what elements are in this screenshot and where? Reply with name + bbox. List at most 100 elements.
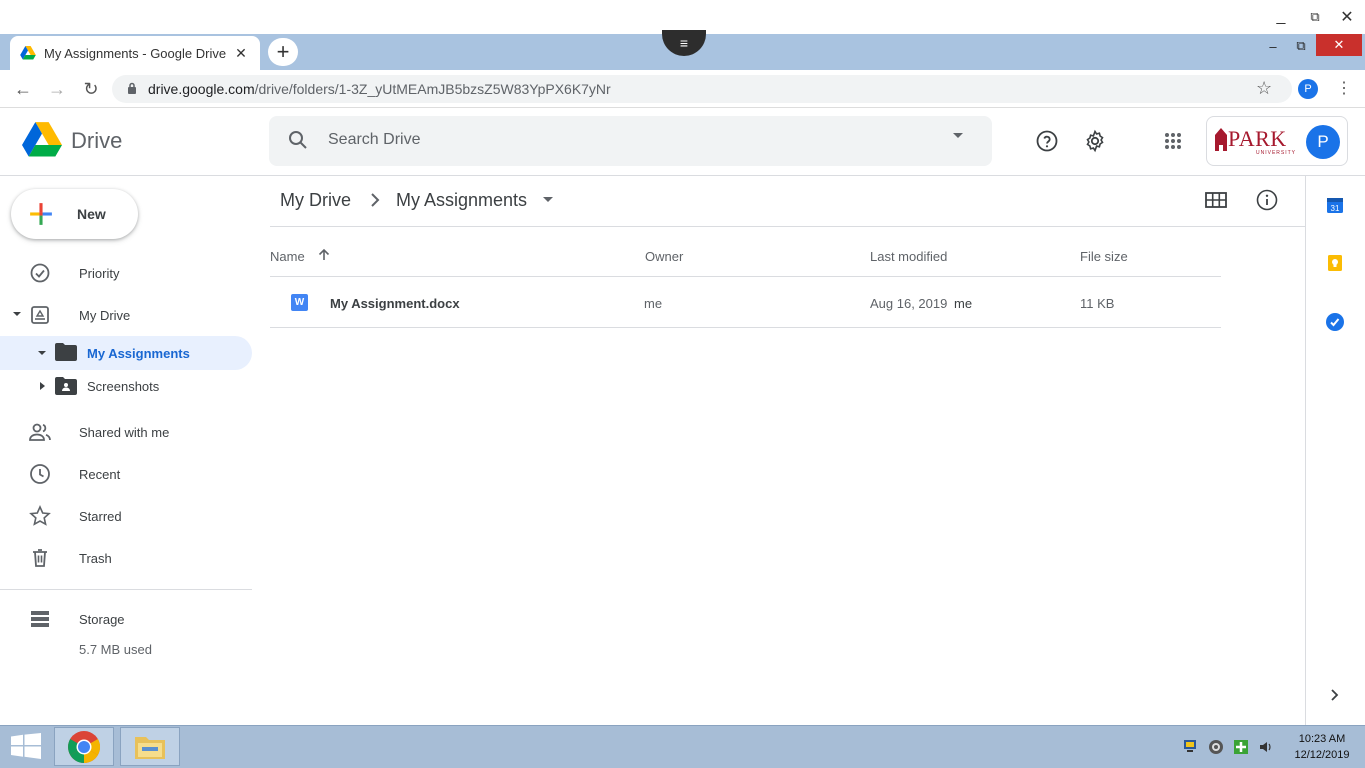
sidebar-item-label: Recent (79, 466, 121, 482)
sidebar-item-storage[interactable]: Storage (0, 602, 252, 636)
storage-icon (28, 607, 52, 631)
file-name[interactable]: My Assignment.docx (330, 296, 460, 311)
new-button[interactable]: New (11, 189, 138, 239)
file-owner: me (644, 296, 663, 311)
search-icon[interactable] (288, 130, 308, 150)
sidebar-item-starred[interactable]: Starred (0, 499, 252, 533)
expand-arrow-icon[interactable] (37, 348, 47, 358)
people-icon (28, 420, 52, 444)
sidebar-item-label: Starred (79, 508, 122, 524)
browser-tab[interactable]: My Assignments - Google Drive ✕ (10, 36, 260, 70)
tray-volume-icon[interactable] (1258, 739, 1274, 755)
column-header-name[interactable]: Name (270, 249, 305, 264)
keep-icon[interactable] (1325, 253, 1345, 273)
sidebar-item-shared-with-me[interactable]: Shared with me (0, 415, 252, 449)
sidebar-item-label: Storage (79, 611, 125, 627)
column-header-owner[interactable]: Owner (645, 249, 683, 264)
window-maximize-button[interactable]: ⧉ (1304, 6, 1326, 28)
sidebar-item-screenshots[interactable]: Screenshots (0, 369, 252, 403)
side-panel-divider (1305, 176, 1306, 725)
chevron-right-icon (368, 192, 382, 208)
priority-check-icon (28, 261, 52, 285)
breadcrumb-my-drive[interactable]: My Drive (280, 190, 351, 211)
new-button-label: New (77, 206, 106, 222)
more-options-icon[interactable]: ⋮ (1336, 78, 1352, 98)
plus-icon (27, 200, 55, 228)
clock-icon (28, 462, 52, 486)
clock-time: 10:23 AM (1298, 733, 1346, 745)
new-tab-button[interactable]: + (268, 38, 298, 66)
close-label: ✕ (1340, 9, 1354, 26)
sidebar-item-trash[interactable]: Trash (0, 541, 252, 575)
sidebar-divider (0, 589, 252, 590)
search-options-caret-icon[interactable] (952, 132, 964, 140)
park-logo-subtext: UNIVERSITY (1256, 150, 1297, 156)
trash-icon (28, 546, 52, 570)
chrome-close-button[interactable]: ✕ (1316, 34, 1362, 56)
sidebar-item-my-drive[interactable]: My Drive (0, 298, 252, 332)
url-host: drive.google.com (148, 81, 255, 97)
url-text[interactable]: drive.google.com/drive/folders/1-3Z_yUtM… (148, 81, 611, 97)
chrome-taskbar-button[interactable] (54, 727, 114, 766)
expand-arrow-icon[interactable] (12, 309, 22, 319)
account-avatar[interactable]: P (1306, 125, 1340, 159)
sidebar-item-label: My Drive (79, 307, 131, 323)
file-modified-date: Aug 16, 2019 (870, 296, 948, 311)
sidebar-item-label: Priority (79, 265, 120, 281)
taskbar (0, 725, 1365, 768)
chrome-icon (68, 730, 101, 763)
reload-icon[interactable]: ↻ (80, 78, 102, 100)
maximize-label: ⧉ (1310, 9, 1320, 24)
tray-clock[interactable]: 10:23 AM 12/12/2019 (1290, 731, 1354, 763)
sidebar-item-my-assignments[interactable]: My Assignments (0, 336, 252, 370)
column-header-file-size[interactable]: File size (1080, 249, 1128, 264)
sort-ascending-arrow-icon[interactable] (317, 248, 331, 262)
calendar-day: 31 (1331, 204, 1340, 213)
tasks-icon[interactable] (1325, 312, 1345, 332)
back-arrow-icon[interactable]: ← (12, 78, 34, 100)
my-drive-icon (28, 303, 52, 327)
tray-security-icon[interactable] (1233, 739, 1249, 755)
apps-grid-icon[interactable] (1160, 128, 1186, 154)
drive-favicon-icon (20, 46, 36, 60)
sidebar-item-label: Shared with me (79, 424, 170, 440)
sidebar-item-priority[interactable]: Priority (0, 256, 252, 290)
folder-explorer-icon (135, 736, 165, 759)
column-header-last-modified[interactable]: Last modified (870, 249, 947, 264)
sidebar-item-recent[interactable]: Recent (0, 457, 252, 491)
bookmark-star-icon[interactable]: ☆ (1256, 78, 1272, 99)
settings-gear-icon[interactable] (1082, 128, 1108, 154)
windows-start-icon[interactable] (11, 733, 41, 759)
search-input[interactable] (318, 120, 918, 160)
lock-icon (127, 82, 137, 94)
info-icon[interactable] (1256, 189, 1278, 211)
chrome-minimize-button[interactable]: – (1264, 36, 1282, 56)
calendar-icon[interactable]: 31 (1325, 195, 1345, 215)
window-titlebar (0, 0, 1365, 34)
breadcrumb-my-assignments[interactable]: My Assignments (396, 190, 527, 211)
clock-date: 12/12/2019 (1294, 749, 1350, 761)
help-icon[interactable] (1034, 128, 1060, 154)
star-icon (28, 504, 52, 528)
grid-view-icon[interactable] (1205, 190, 1227, 210)
file-explorer-taskbar-button[interactable] (120, 727, 180, 766)
park-logo-text: PARK (1228, 126, 1287, 151)
tab-title: My Assignments - Google Drive (44, 45, 227, 61)
sidebar-item-label: My Assignments (87, 345, 190, 361)
chrome-restore-button[interactable]: ⧉ (1292, 36, 1310, 56)
sidebar-item-label: Screenshots (87, 378, 160, 394)
window-minimize-button[interactable]: _ (1270, 6, 1292, 28)
tray-network-icon[interactable] (1183, 739, 1199, 753)
drive-logo-icon[interactable] (22, 122, 62, 158)
chevron-down-icon[interactable] (543, 197, 553, 203)
expand-panel-chevron-icon[interactable] (1325, 685, 1345, 705)
tray-sync-icon[interactable] (1208, 739, 1224, 755)
chrome-profile-avatar[interactable]: P (1298, 79, 1318, 99)
word-document-icon: W (291, 294, 308, 311)
app-title[interactable]: Drive (71, 128, 122, 154)
forward-arrow-icon[interactable]: → (46, 78, 68, 100)
window-close-button[interactable]: ✕ (1336, 6, 1358, 28)
storage-used-text: 5.7 MB used (79, 642, 152, 657)
collapse-arrow-icon[interactable] (39, 381, 47, 391)
tab-close-icon[interactable]: ✕ (232, 45, 250, 62)
